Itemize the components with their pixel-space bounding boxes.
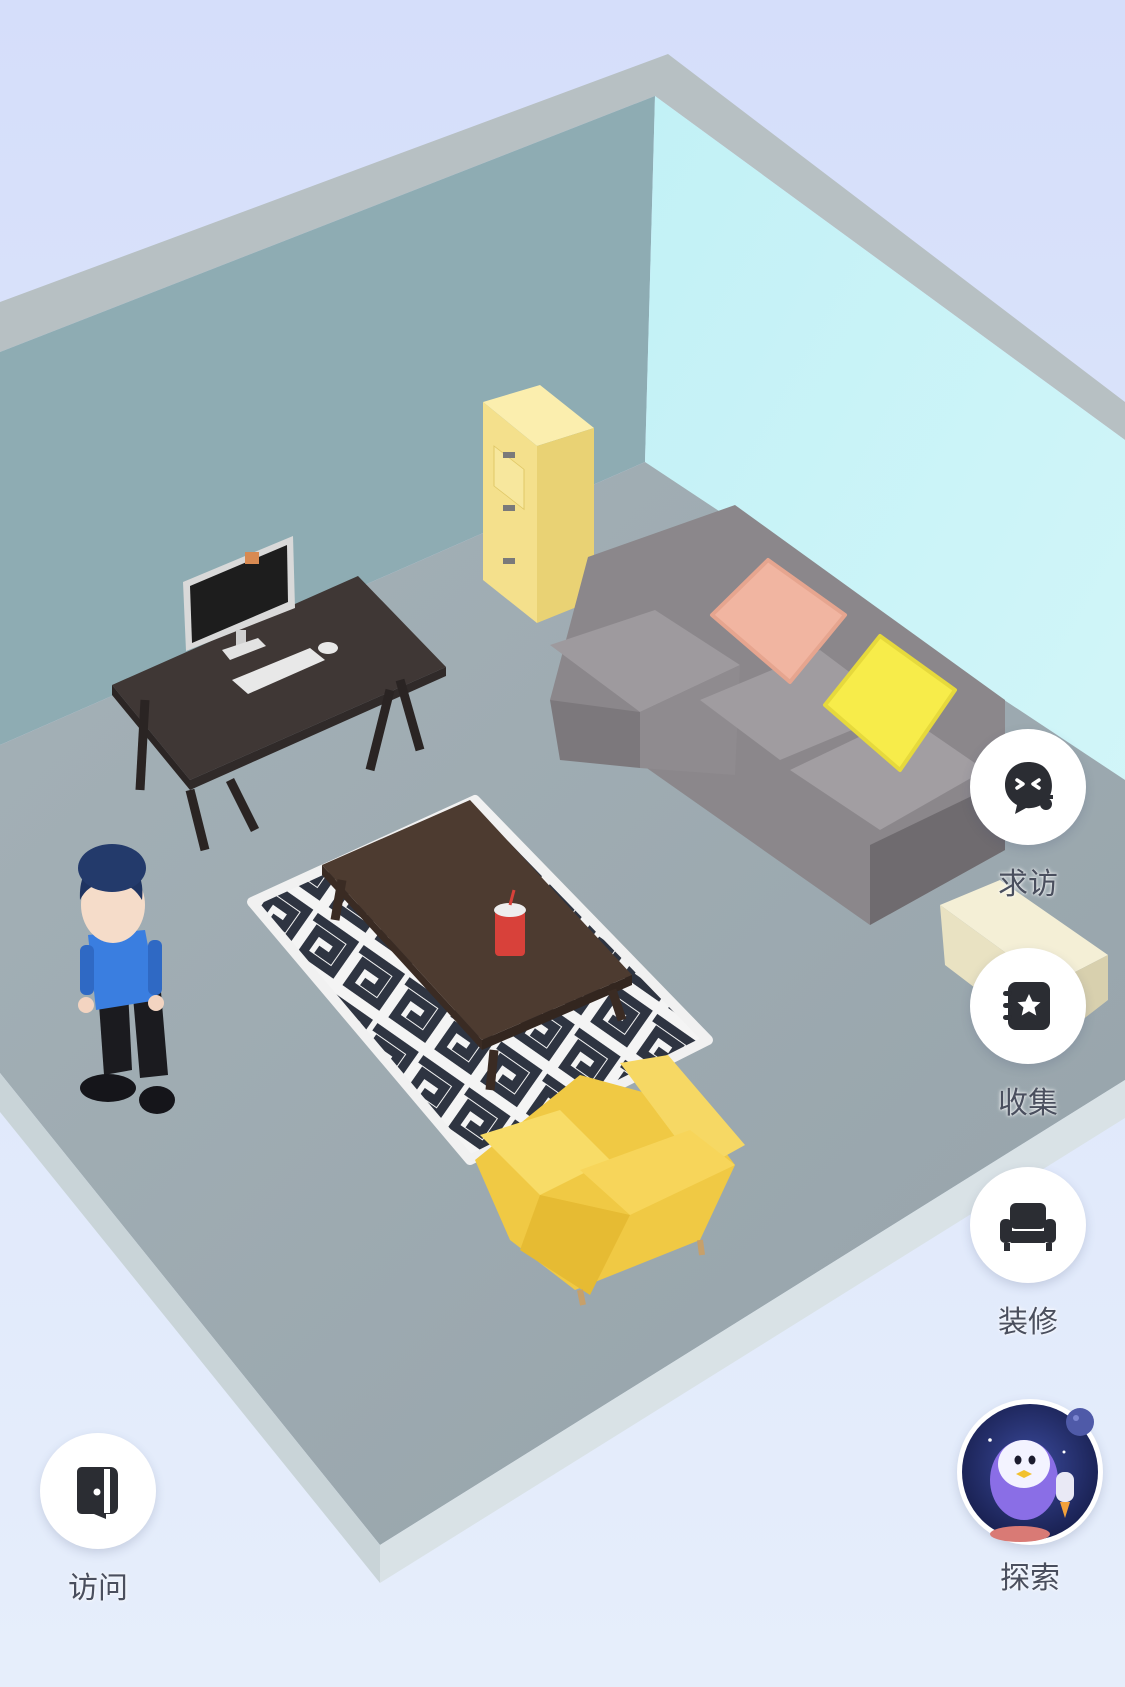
armchair-icon [1000, 1203, 1056, 1251]
penguin-astronaut-icon [962, 1404, 1098, 1542]
star-notebook-icon [1003, 982, 1050, 1030]
visit-button[interactable] [40, 1433, 156, 1549]
explore-action[interactable]: 探索 [955, 1399, 1105, 1597]
explore-label: 探索 [1000, 1561, 1060, 1596]
collect-label: 收集 [998, 1086, 1058, 1121]
collect-action[interactable]: 收集 [969, 948, 1087, 1122]
explore-button[interactable] [957, 1399, 1103, 1545]
visit-request-label: 求访 [998, 867, 1058, 902]
visit-action[interactable]: 访问 [39, 1433, 157, 1607]
decorate-button[interactable] [970, 1167, 1086, 1283]
decorate-label: 装修 [998, 1305, 1058, 1340]
visit-request-action[interactable]: 求访 [969, 729, 1087, 903]
decorate-action[interactable]: 装修 [969, 1167, 1087, 1341]
ghost-face-icon [1005, 762, 1053, 814]
collect-button[interactable] [970, 948, 1086, 1064]
visit-request-button[interactable] [970, 729, 1086, 845]
filing-cabinet[interactable] [483, 385, 594, 623]
room-scene: 求访 收集 装修 访问 探索 [0, 0, 1125, 1687]
door-icon [77, 1467, 118, 1519]
visit-label: 访问 [68, 1571, 128, 1606]
